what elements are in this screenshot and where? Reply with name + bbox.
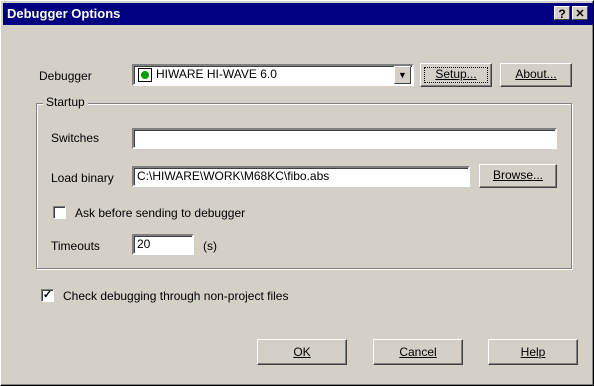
title-bar[interactable]: Debugger Options ? ✕	[3, 3, 593, 25]
green-dot-icon	[138, 68, 152, 82]
check-nonproject-checkbox[interactable]: ✓	[41, 289, 54, 302]
setup-button[interactable]: Setup...	[420, 63, 492, 87]
debugger-combobox[interactable]: HIWARE HI-WAVE 6.0	[132, 64, 414, 86]
timeouts-input[interactable]: 20	[132, 234, 194, 255]
help-button-label: Help	[520, 345, 546, 359]
switches-label: Switches	[51, 131, 100, 145]
timeouts-label: Timeouts	[51, 239, 100, 253]
about-button[interactable]: About...	[500, 63, 572, 87]
help-icon[interactable]: ?	[554, 6, 570, 21]
switches-input[interactable]	[132, 128, 557, 149]
ok-button-label: OK	[293, 345, 311, 359]
timeouts-unit: (s)	[203, 239, 217, 253]
setup-button-label: Setup...	[435, 67, 477, 81]
help-button[interactable]: Help	[488, 339, 578, 365]
load-binary-label: Load binary	[51, 171, 114, 185]
browse-button-label: Browse...	[492, 168, 543, 182]
browse-button[interactable]: Browse...	[479, 164, 557, 188]
debugger-options-dialog: Debugger Options ? ✕ Debugger HIWARE HI-…	[0, 0, 594, 386]
debugger-label: Debugger	[39, 69, 92, 83]
ask-before-sending-label[interactable]: Ask before sending to debugger	[75, 206, 245, 220]
close-icon[interactable]: ✕	[572, 6, 588, 20]
about-button-label: About...	[515, 67, 557, 81]
load-binary-input[interactable]: C:\HIWARE\WORK\M68KC\fibo.abs	[132, 166, 470, 187]
ask-before-sending-checkbox[interactable]	[53, 206, 66, 219]
cancel-button-label: Cancel	[399, 345, 437, 359]
chevron-down-icon[interactable]: ▼	[394, 66, 411, 84]
check-nonproject-label[interactable]: Check debugging through non-project file…	[63, 289, 288, 303]
window-title: Debugger Options	[7, 6, 121, 21]
debugger-selected-value: HIWARE HI-WAVE 6.0	[156, 67, 277, 81]
ok-button[interactable]: OK	[257, 339, 347, 365]
cancel-button[interactable]: Cancel	[373, 339, 463, 365]
startup-group-title: Startup	[43, 95, 88, 109]
